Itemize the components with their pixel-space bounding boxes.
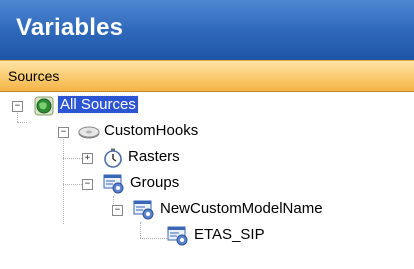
collapse-toggle[interactable]: − [12,101,23,112]
tree-item-custom-hooks[interactable]: − CustomHooks [0,120,414,144]
collapse-toggle[interactable]: − [82,179,93,190]
group-icon [103,174,124,194]
expand-toggle[interactable]: + [82,153,93,164]
group-icon [167,226,188,246]
globe-icon [34,96,54,116]
tree-item-new-custom-model-name[interactable]: − NewCustomModelName [0,198,414,222]
panel-title-bar: Variables [0,0,414,61]
group-icon [133,200,154,220]
tree-item-label: Rasters [128,148,180,165]
sources-tree: − All Sources − CustomHooks + Rasters − … [0,92,414,269]
tree-item-etas-sip[interactable]: ETAS_SIP [0,224,414,248]
variables-panel: Variables Sources − All Sources − Custom… [0,0,414,269]
tree-item-label: ETAS_SIP [194,226,265,243]
disk-icon [78,122,100,142]
sources-header-label: Sources [8,68,60,84]
tree-item-label: CustomHooks [104,122,199,139]
tree-item-rasters[interactable]: + Rasters [0,146,414,170]
stopwatch-icon [103,148,123,168]
tree-item-label: NewCustomModelName [160,200,323,217]
panel-title: Variables [16,14,124,41]
tree-item-label: All Sources [57,95,139,114]
tree-item-all-sources[interactable]: − All Sources [0,94,414,118]
tree-item-groups[interactable]: − Groups [0,172,414,196]
tree-item-label: Groups [130,174,180,191]
collapse-toggle[interactable]: − [58,127,69,138]
sources-header[interactable]: Sources [0,60,414,92]
collapse-toggle[interactable]: − [112,205,123,216]
